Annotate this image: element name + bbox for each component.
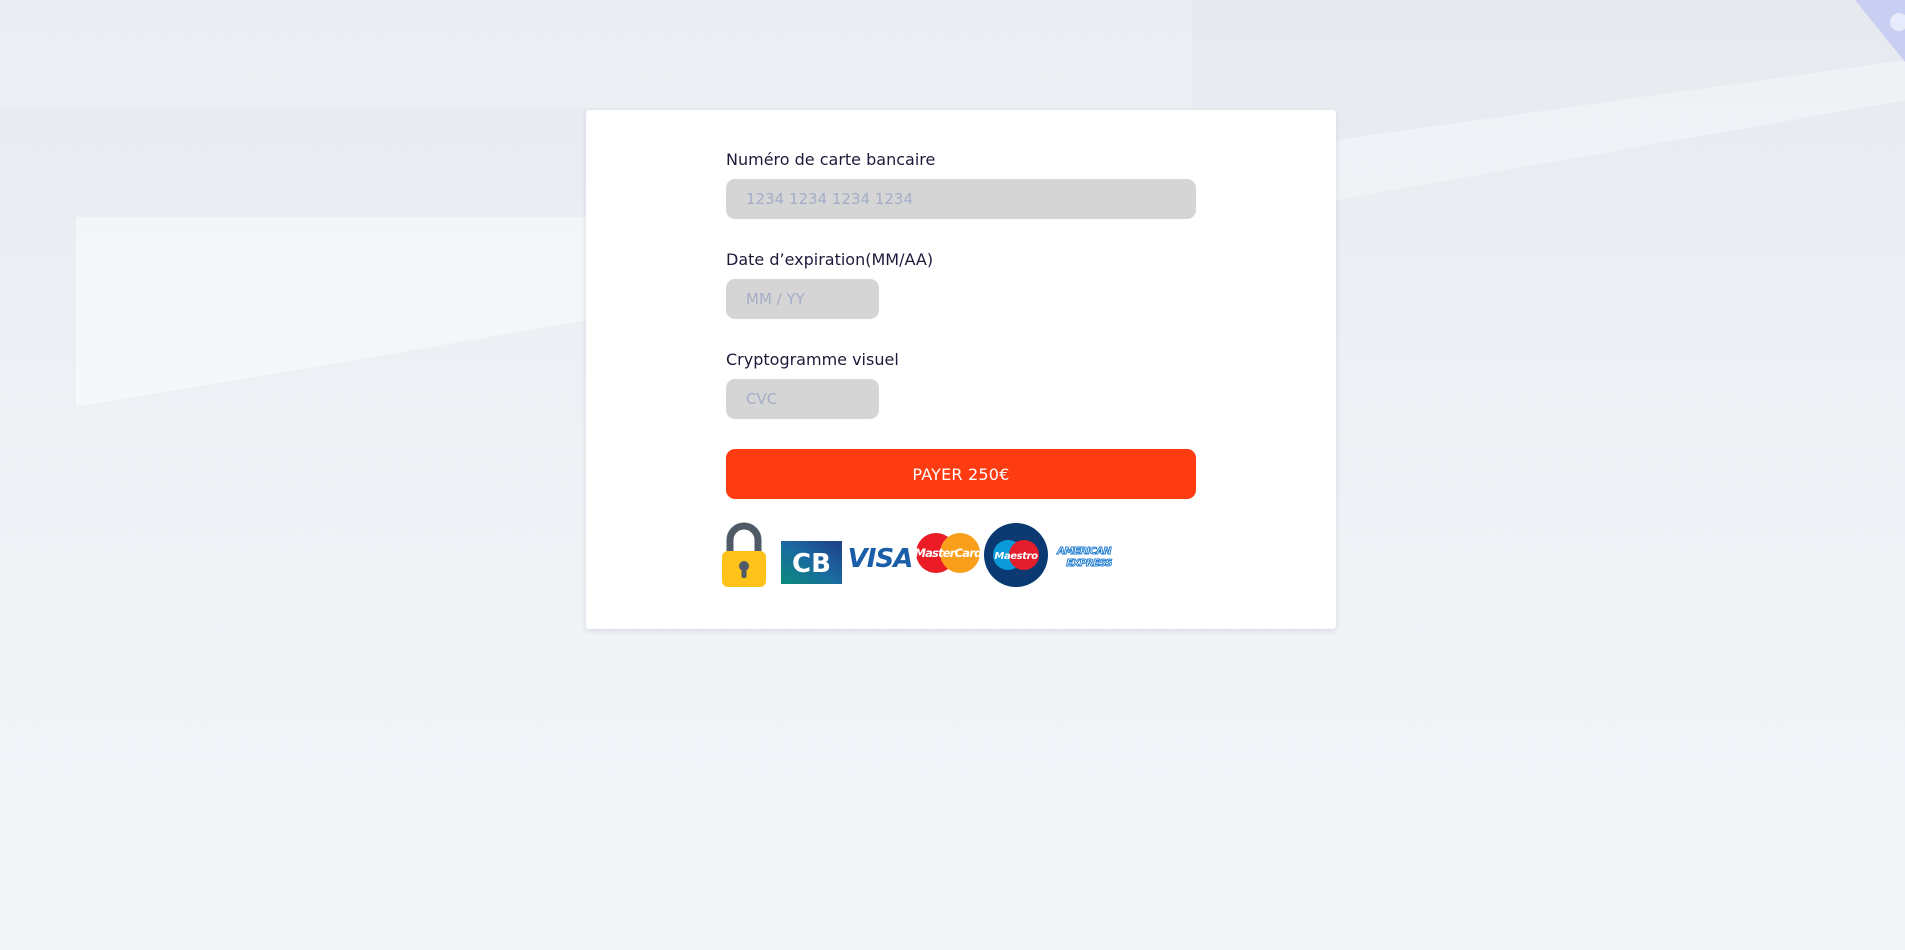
card-number-label: Numéro de carte bancaire	[726, 150, 936, 169]
cvc-input[interactable]	[726, 379, 879, 419]
maestro-logo: Maestro	[984, 523, 1048, 587]
mastercard-logo: MasterCard	[915, 533, 981, 573]
lock-icon	[722, 522, 766, 587]
pay-button[interactable]: PAYER 250€	[726, 449, 1196, 499]
cvc-label: Cryptogramme visuel	[726, 350, 899, 369]
payment-form: Numéro de carte bancaire Date d’expirati…	[726, 150, 1196, 499]
expiry-label: Date d’expiration(MM/AA)	[726, 250, 934, 269]
background-panel	[0, 0, 1192, 108]
amex-logo-line2: EXPRESS	[1066, 558, 1112, 569]
expiry-input[interactable]	[726, 279, 879, 319]
payment-card: Numéro de carte bancaire Date d’expirati…	[586, 110, 1336, 629]
cb-logo: CB	[781, 541, 842, 584]
card-number-group: Numéro de carte bancaire	[726, 150, 1196, 219]
cb-logo-text: CB	[792, 549, 831, 579]
payment-logos: CB VISA MasterCard Maestro AMERICAN EXPR…	[720, 522, 1140, 588]
visa-logo-text: VISA	[848, 544, 912, 574]
visa-logo: VISA	[848, 544, 912, 574]
expiry-group: Date d’expiration(MM/AA)	[726, 250, 1196, 319]
amex-logo-line1: AMERICAN	[1056, 546, 1112, 557]
maestro-logo-text: Maestro	[994, 551, 1038, 562]
cvc-group: Cryptogramme visuel	[726, 350, 1196, 419]
corner-decoration	[1835, 0, 1905, 70]
mastercard-logo-text: MasterCard	[915, 546, 981, 560]
card-number-input[interactable]	[726, 179, 1196, 219]
american-express-logo: AMERICAN EXPRESS	[1056, 546, 1114, 570]
